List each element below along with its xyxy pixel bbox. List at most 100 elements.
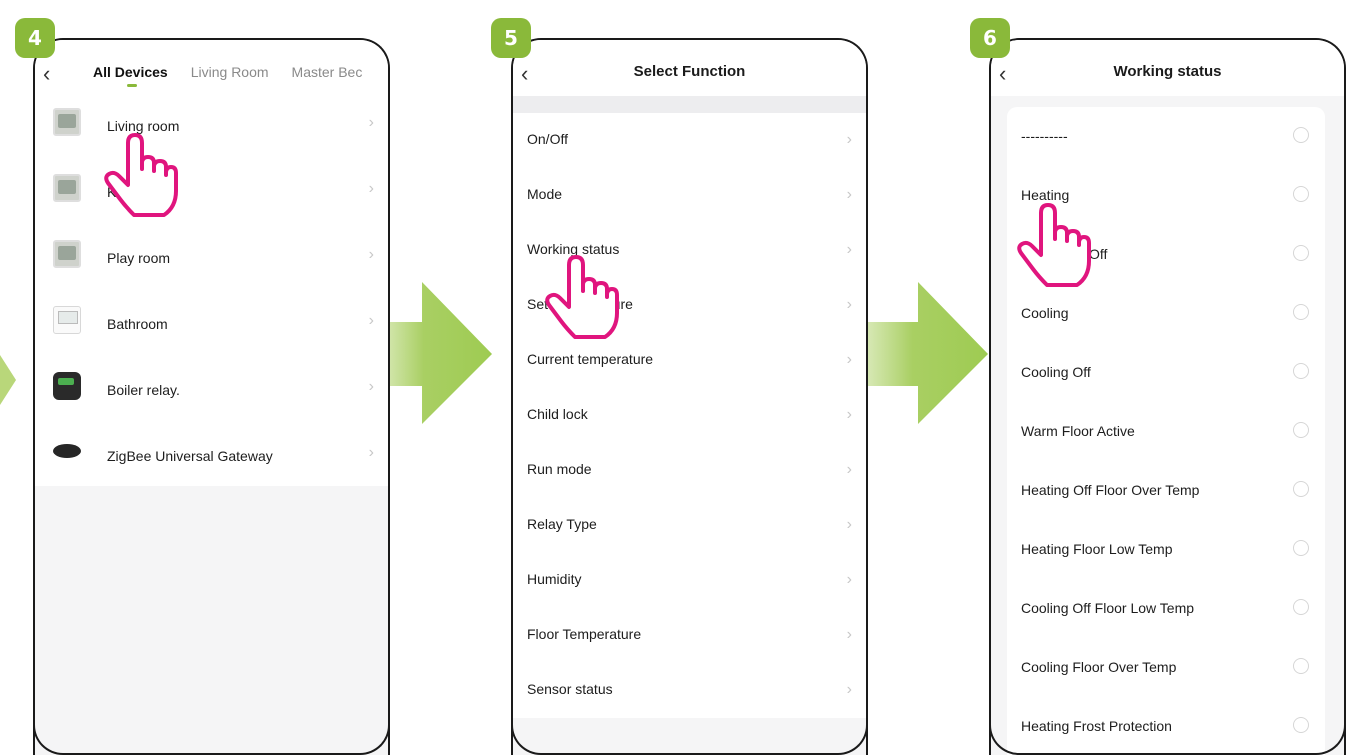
radio-button[interactable] xyxy=(1293,186,1309,202)
pointing-hand-icon xyxy=(1017,203,1091,287)
radio-button[interactable] xyxy=(1293,127,1309,143)
chevron-right-icon: › xyxy=(846,241,852,258)
chevron-right-icon: › xyxy=(846,681,852,698)
status-label: Cooling xyxy=(1021,305,1069,321)
divider-band xyxy=(513,96,866,113)
function-row[interactable]: Relay Type › xyxy=(513,498,866,553)
function-row[interactable]: Floor Temperature › xyxy=(513,608,866,663)
device-row[interactable]: Play room › xyxy=(35,228,388,294)
function-list: On/Off› Mode› Working status› Set ature … xyxy=(513,113,866,718)
status-label: Heating Frost Protection xyxy=(1021,718,1172,734)
step-badge: 6 xyxy=(970,18,1010,58)
status-label: Cooling Off Floor Low Temp xyxy=(1021,600,1195,616)
radio-button[interactable] xyxy=(1293,599,1309,615)
top-bar: ‹ Working status xyxy=(991,40,1344,96)
arrow-right-icon xyxy=(0,355,16,405)
pointing-hand-icon xyxy=(104,133,178,217)
function-label: Relay Type xyxy=(527,516,597,532)
chevron-right-icon: › xyxy=(368,246,374,263)
device-list: Living room › K › Play room › Bathroom ›… xyxy=(35,96,388,486)
status-label: Heating Off Floor Over Temp xyxy=(1021,482,1200,498)
chevron-right-icon: › xyxy=(368,378,374,395)
chevron-right-icon: › xyxy=(368,312,374,329)
device-row[interactable]: Living room › xyxy=(35,96,388,162)
chevron-right-icon: › xyxy=(368,444,374,461)
chevron-right-icon: › xyxy=(846,186,852,203)
function-label: On/Off xyxy=(527,131,568,147)
device-name: Play room xyxy=(107,250,171,266)
status-label: Heating Floor Low Temp xyxy=(1021,541,1173,557)
function-label: Current temperature xyxy=(527,351,654,367)
device-name: Bathroom xyxy=(107,316,168,332)
chevron-right-icon: › xyxy=(846,131,852,148)
step-badge: 5 xyxy=(491,18,531,58)
thermostat-icon xyxy=(53,306,81,334)
function-row[interactable]: Run mode › xyxy=(513,443,866,498)
tab-living-room[interactable]: Living Room xyxy=(191,64,269,80)
status-option[interactable]: Cooling Off xyxy=(1007,343,1325,402)
phone-screen-select-function: ‹ Select Function On/Off › Mode › Working … xyxy=(511,38,868,755)
chevron-right-icon: › xyxy=(846,626,852,643)
radio-button[interactable] xyxy=(1293,245,1309,261)
gateway-icon xyxy=(53,444,81,458)
status-label: Warm Floor Active xyxy=(1021,423,1135,439)
function-row[interactable]: On/Off › xyxy=(513,113,866,168)
thermostat-icon xyxy=(53,108,81,136)
function-label: Floor Temperature xyxy=(527,626,642,642)
status-option[interactable]: Warm Floor Active xyxy=(1007,402,1325,461)
radio-button[interactable] xyxy=(1293,540,1309,556)
radio-button[interactable] xyxy=(1293,363,1309,379)
top-bar: ‹ Select Function xyxy=(513,40,866,96)
status-label: Heating xyxy=(1021,187,1070,203)
status-label: Cooling Floor Over Temp xyxy=(1021,659,1177,675)
function-label: Sensor status xyxy=(527,681,613,697)
device-row[interactable]: K › xyxy=(35,162,388,228)
status-option[interactable]: ---------- xyxy=(1007,107,1325,166)
status-option[interactable]: Heating Floor Low Temp xyxy=(1007,520,1325,579)
page-title: Select Function xyxy=(633,63,746,80)
phone-screen-devices: ‹ All Devices Living Room Master Bec Liv… xyxy=(33,38,390,755)
status-option[interactable]: Cooling Floor Over Temp xyxy=(1007,638,1325,697)
chevron-right-icon: › xyxy=(846,461,852,478)
tab-all-devices[interactable]: All Devices xyxy=(93,64,168,80)
tab-master-bedroom[interactable]: Master Bec xyxy=(292,64,363,80)
status-option[interactable]: Cooling xyxy=(1007,284,1325,343)
chevron-right-icon: › xyxy=(846,516,852,533)
radio-button[interactable] xyxy=(1293,658,1309,674)
relay-icon xyxy=(53,372,81,400)
chevron-left-icon[interactable]: ‹ xyxy=(43,63,57,85)
function-row[interactable]: Humidity › xyxy=(513,553,866,608)
function-label: Run mode xyxy=(527,461,592,477)
device-row[interactable]: Bathroom › xyxy=(35,294,388,360)
function-row[interactable]: Sensor status › xyxy=(513,663,866,718)
instruction-panel: 4 5 6 ‹ All Devices Living Room Master B… xyxy=(0,0,1350,755)
chevron-right-icon: › xyxy=(846,351,852,368)
radio-button[interactable] xyxy=(1293,422,1309,438)
status-option[interactable]: Heating Frost Protection xyxy=(1007,697,1325,755)
room-tabs: All Devices Living Room Master Bec xyxy=(93,64,362,80)
device-row[interactable]: Boiler relay. › xyxy=(35,360,388,426)
pointing-hand-icon xyxy=(545,255,619,339)
function-row[interactable]: Current temperature › xyxy=(513,333,866,388)
status-option[interactable]: Cooling Off Floor Low Temp xyxy=(1007,579,1325,638)
radio-button[interactable] xyxy=(1293,304,1309,320)
active-tab-indicator xyxy=(127,84,137,87)
status-label: ---------- xyxy=(1021,128,1068,144)
device-name: Boiler relay. xyxy=(107,382,180,398)
function-row[interactable]: Mode › xyxy=(513,168,866,223)
status-label: Cooling Off xyxy=(1021,364,1091,380)
status-option[interactable]: Heating Off Floor Over Temp xyxy=(1007,461,1325,520)
phone-screen-working-status: ‹ Working status ---------- Heating Off … xyxy=(989,38,1346,755)
radio-button[interactable] xyxy=(1293,717,1309,733)
function-label: Humidity xyxy=(527,571,582,587)
function-label: Mode xyxy=(527,186,563,202)
radio-button[interactable] xyxy=(1293,481,1309,497)
device-name: ZigBee Universal Gateway xyxy=(107,448,273,464)
chevron-right-icon: › xyxy=(368,180,374,197)
device-row[interactable]: ZigBee Universal Gateway › xyxy=(35,426,388,492)
device-name: Living room xyxy=(107,118,180,134)
function-row[interactable]: Child lock › xyxy=(513,388,866,443)
chevron-right-icon: › xyxy=(846,296,852,313)
function-label: Child lock xyxy=(527,406,588,422)
chevron-right-icon: › xyxy=(846,571,852,588)
